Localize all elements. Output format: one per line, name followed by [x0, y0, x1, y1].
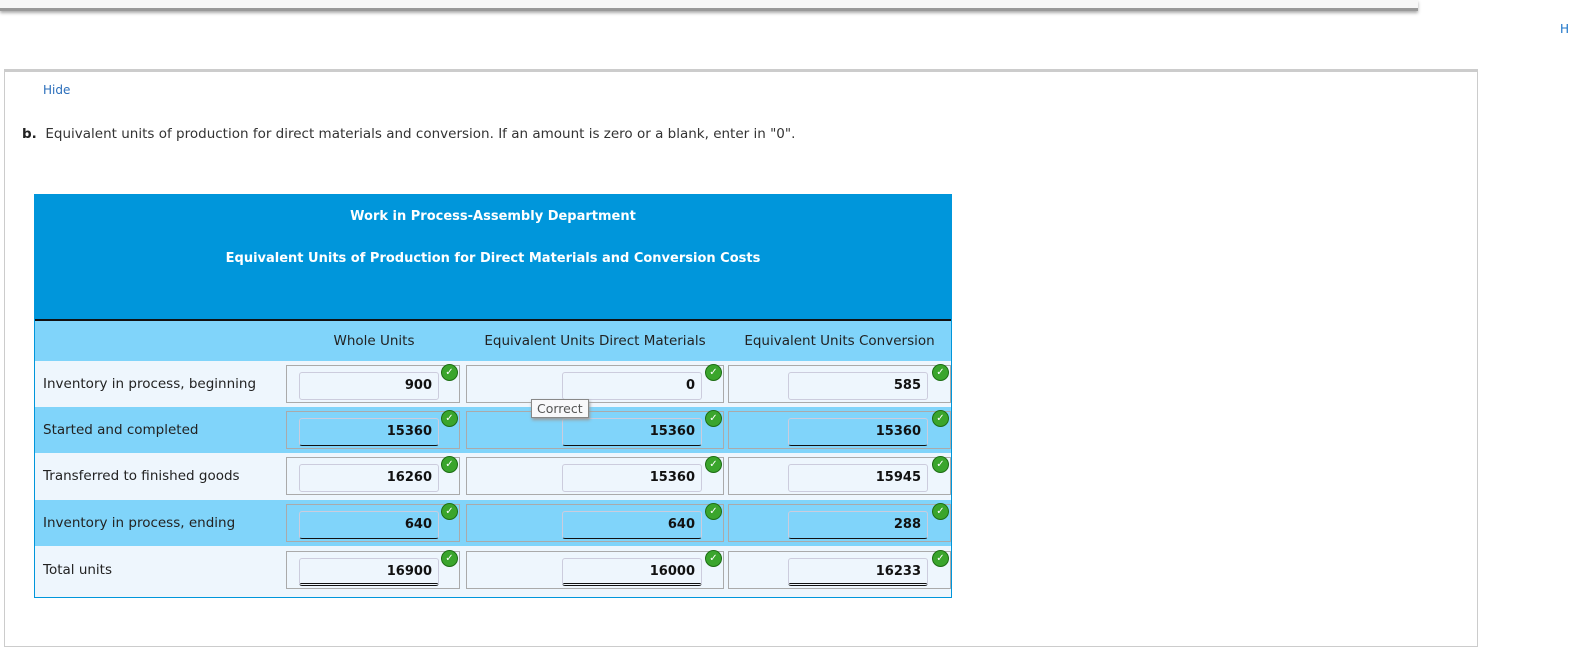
- check-correct-icon: ✓: [932, 410, 949, 427]
- check-correct-icon: ✓: [705, 364, 722, 381]
- row-label: Total units: [43, 562, 113, 578]
- correct-tooltip: Correct: [531, 399, 589, 418]
- column-header: Whole Units: [333, 333, 415, 349]
- check-correct-icon: ✓: [441, 410, 458, 427]
- table-row: Inventory in process, ending 640 ✓ 640 ✓…: [35, 500, 951, 546]
- table-header: Work in Process-Assembly Department Equi…: [35, 195, 951, 321]
- input-cell: 15945 ✓: [728, 456, 951, 495]
- input-cell: 640 ✓: [466, 503, 724, 542]
- column-header: Equivalent Units Conversion: [744, 333, 935, 349]
- question-prefix: b.: [22, 126, 37, 142]
- row-label: Inventory in process, ending: [43, 515, 236, 531]
- top-panel-edge: [0, 0, 1418, 11]
- input-cell: 16233 ✓: [728, 550, 951, 589]
- input-cell: 585 ✓: [728, 364, 951, 403]
- amount-input[interactable]: 640: [562, 511, 702, 539]
- equivalent-units-table: Work in Process-Assembly Department Equi…: [34, 194, 952, 598]
- amount-input[interactable]: 15360: [562, 464, 702, 492]
- amount-input[interactable]: 15360: [788, 418, 928, 446]
- input-cell: 16260 ✓: [286, 456, 460, 495]
- check-correct-icon: ✓: [932, 364, 949, 381]
- table-row: Transferred to finished goods 16260 ✓ 15…: [35, 453, 951, 499]
- table-row: Inventory in process, beginning 900 ✓ 0 …: [35, 361, 951, 407]
- question-body: Equivalent units of production for direc…: [45, 126, 796, 142]
- question-text: b. Equivalent units of production for di…: [22, 126, 795, 142]
- check-correct-icon: ✓: [705, 410, 722, 427]
- table-row: Total units 16900 ✓ 16000 ✓ 16233 ✓: [35, 547, 951, 593]
- check-correct-icon: ✓: [705, 503, 722, 520]
- input-cell: 640 ✓: [286, 503, 460, 542]
- amount-input[interactable]: 16900: [299, 558, 439, 586]
- check-correct-icon: ✓: [705, 550, 722, 567]
- input-cell: 15360 ✓: [286, 410, 460, 449]
- table-title: Work in Process-Assembly Department: [350, 209, 636, 224]
- row-label: Transferred to finished goods: [43, 468, 240, 484]
- amount-input[interactable]: 16000: [562, 558, 702, 586]
- table-subtitle: Equivalent Units of Production for Direc…: [225, 251, 761, 266]
- amount-input[interactable]: 15360: [299, 418, 439, 446]
- amount-input[interactable]: 288: [788, 511, 928, 539]
- amount-input[interactable]: 15360: [562, 418, 702, 446]
- input-cell: 900 ✓: [286, 364, 460, 403]
- row-label: Started and completed: [43, 422, 199, 438]
- check-correct-icon: ✓: [441, 364, 458, 381]
- amount-input[interactable]: 0: [562, 372, 702, 400]
- check-correct-icon: ✓: [705, 456, 722, 473]
- input-cell: 15360 ✓: [466, 410, 724, 449]
- amount-input[interactable]: 16233: [788, 558, 928, 586]
- column-headers: Whole Units Equivalent Units Direct Mate…: [35, 321, 951, 361]
- amount-input[interactable]: 900: [299, 372, 439, 400]
- edge-link[interactable]: H: [1560, 22, 1569, 36]
- check-correct-icon: ✓: [932, 456, 949, 473]
- amount-input[interactable]: 16260: [299, 464, 439, 492]
- check-correct-icon: ✓: [441, 456, 458, 473]
- hide-link[interactable]: Hide: [43, 83, 70, 97]
- input-cell: 15360 ✓: [466, 456, 724, 495]
- amount-input[interactable]: 585: [788, 372, 928, 400]
- check-correct-icon: ✓: [932, 550, 949, 567]
- amount-input[interactable]: 640: [299, 511, 439, 539]
- table-row: Started and completed 15360 ✓ 15360 ✓ 15…: [35, 407, 951, 453]
- input-cell: 16000 ✓: [466, 550, 724, 589]
- amount-input[interactable]: 15945: [788, 464, 928, 492]
- check-correct-icon: ✓: [932, 503, 949, 520]
- input-cell: 15360 ✓: [728, 410, 951, 449]
- row-label: Inventory in process, beginning: [43, 376, 257, 392]
- check-correct-icon: ✓: [441, 503, 458, 520]
- input-cell: 0 ✓: [466, 364, 724, 403]
- input-cell: 288 ✓: [728, 503, 951, 542]
- input-cell: 16900 ✓: [286, 550, 460, 589]
- column-header: Equivalent Units Direct Materials: [484, 333, 706, 349]
- check-correct-icon: ✓: [441, 550, 458, 567]
